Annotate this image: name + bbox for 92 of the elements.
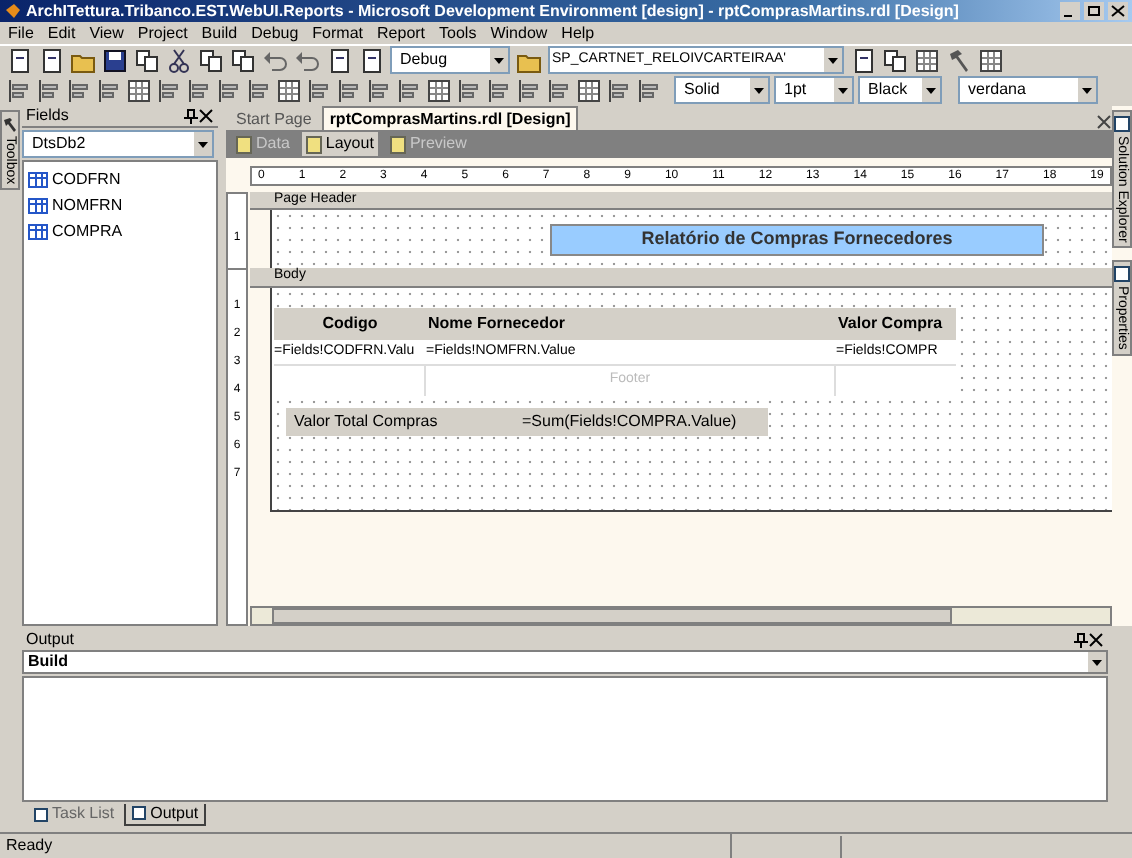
align-icon[interactable] [246,77,272,103]
align-icon[interactable] [96,77,122,103]
document-tab[interactable]: Start Page [230,108,318,130]
copy-icon[interactable] [198,47,224,73]
table-header-cell: Valor Compra [836,308,956,340]
close-icon[interactable] [198,108,214,124]
page-icon[interactable] [326,47,352,73]
color-dropdown[interactable]: Black [858,76,942,104]
font-dropdown[interactable]: verdana [958,76,1098,104]
field-icon [28,198,48,214]
view-tab[interactable]: Layout [301,132,378,156]
page-icon [305,135,322,153]
align-icon[interactable] [156,77,182,103]
close-icon[interactable] [1096,114,1112,130]
grid-icon[interactable] [576,77,602,103]
menu-item[interactable]: Debug [251,25,299,41]
menu-item[interactable]: Build [201,25,238,41]
copy-icon[interactable] [134,47,160,73]
scissors-icon[interactable] [166,47,192,73]
grid-icon[interactable] [276,77,302,103]
pin-icon[interactable] [1072,632,1088,648]
align-icon[interactable] [486,77,512,103]
grid-icon[interactable] [914,47,940,73]
align-icon[interactable] [306,77,332,103]
app-icon [4,2,22,20]
output-source-dropdown[interactable]: Build [22,650,1108,674]
align-icon[interactable] [516,77,542,103]
bottom-tab[interactable]: Output [124,803,207,825]
border-width-dropdown[interactable]: 1pt [774,76,854,104]
align-icon[interactable] [396,77,422,103]
border-style-dropdown[interactable]: Solid [674,76,770,104]
hammer-icon [2,116,18,132]
window-icon [1114,116,1130,132]
horizontal-scrollbar[interactable] [250,606,1112,626]
grid-icon[interactable] [978,47,1004,73]
dataset-dropdown[interactable]: DtsDb2 [22,130,214,158]
align-icon[interactable] [636,77,662,103]
align-icon[interactable] [6,77,32,103]
menu-item[interactable]: File [8,25,34,41]
total-label: Valor Total Compras [292,410,440,434]
table-header-cell: Nome Fornecedor [426,308,836,340]
menu-item[interactable]: Format [312,25,364,41]
grid-icon[interactable] [126,77,152,103]
align-icon[interactable] [216,77,242,103]
align-icon[interactable] [606,77,632,103]
page-icon[interactable] [6,47,32,73]
configuration-dropdown[interactable]: Debug [390,46,510,74]
menu-item[interactable]: Window [490,25,548,41]
menu-item[interactable]: Tools [439,25,477,41]
page-icon [236,135,252,153]
panel-title: Output [26,628,77,652]
page-icon [389,135,406,153]
menu-item[interactable]: Edit [47,25,76,41]
menu-item[interactable]: Help [561,25,595,41]
field-icon [28,172,48,188]
align-icon[interactable] [366,77,392,103]
field-item[interactable]: CODFRN [52,168,121,192]
field-icon [28,224,48,240]
undo-arrow-icon[interactable] [262,47,288,73]
page-icon[interactable] [850,47,876,73]
field-item[interactable]: COMPRA [52,220,123,244]
grid-icon[interactable] [426,77,452,103]
align-icon[interactable] [66,77,92,103]
page-icon[interactable] [38,47,64,73]
close-icon[interactable] [1088,632,1104,648]
total-expression: =Sum(Fields!COMPRA.Value) [522,410,737,434]
minimize-icon[interactable] [1060,2,1080,20]
align-icon[interactable] [456,77,482,103]
status-text: Ready [0,834,732,858]
field-item[interactable]: NOMFRN [52,194,123,218]
pin-icon[interactable] [182,108,198,124]
window-icon [34,807,48,821]
align-icon[interactable] [546,77,572,103]
close-icon[interactable] [1108,2,1128,20]
copy-icon[interactable] [882,47,908,73]
align-icon[interactable] [36,77,62,103]
menu-item[interactable]: View [89,25,124,41]
document-tab[interactable]: rptComprasMartins.rdl [Design] [321,106,579,130]
hammer-icon[interactable] [946,47,972,73]
window-icon [132,806,147,820]
table-header-cell: Codigo [274,308,426,340]
page-icon[interactable] [358,47,384,73]
align-icon[interactable] [336,77,362,103]
panel-title: Fields [26,104,71,128]
maximize-icon[interactable] [1084,2,1104,20]
window-title: ArchITettura.Tribanco.EST.WebUI.Reports - Microsoft Development Environment [design] - rptComprasMartins.rdl [Design] [26,3,961,19]
undo-arrow-icon[interactable] [294,47,320,73]
align-icon[interactable] [186,77,212,103]
bottom-tab[interactable]: Task List [28,803,121,825]
copy-icon[interactable] [230,47,256,73]
menu-item[interactable]: Report [377,25,426,41]
menu-item[interactable]: Project [137,25,188,41]
